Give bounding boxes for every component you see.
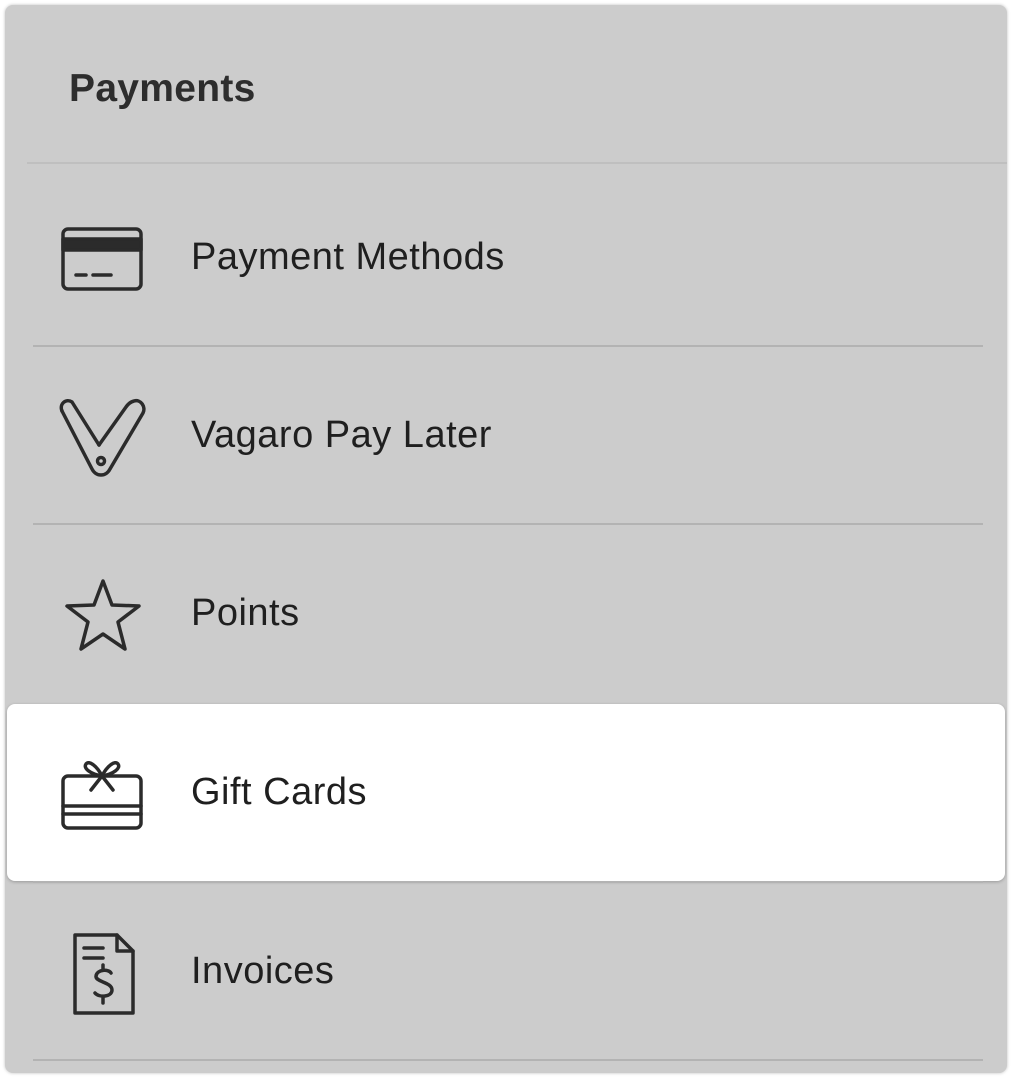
payments-panel: Payments Payment Methods Vagaro Pay Late… bbox=[5, 5, 1007, 1073]
menu-item-label: Invoices bbox=[191, 950, 335, 992]
menu-item-gift-cards[interactable]: Gift Cards bbox=[7, 704, 1005, 881]
panel-header: Payments bbox=[5, 5, 1007, 163]
menu-item-vagaro-pay-later[interactable]: Vagaro Pay Later bbox=[5, 347, 1007, 524]
page-title: Payments bbox=[69, 67, 256, 110]
menu-item-label: Vagaro Pay Later bbox=[191, 414, 492, 456]
menu-item-payment-methods[interactable]: Payment Methods bbox=[5, 169, 1007, 346]
star-icon bbox=[55, 573, 147, 657]
menu-item-label: Payment Methods bbox=[191, 236, 505, 278]
invoice-icon bbox=[55, 931, 147, 1015]
menu-item-label: Gift Cards bbox=[191, 771, 368, 813]
vagaro-v-icon bbox=[55, 395, 147, 479]
header-divider bbox=[27, 162, 1007, 164]
menu-item-points[interactable]: Points bbox=[5, 525, 1007, 702]
menu-item-invoices[interactable]: Invoices bbox=[5, 883, 1007, 1060]
gift-card-icon bbox=[55, 752, 147, 836]
credit-card-icon bbox=[55, 217, 147, 301]
menu-item-label: Points bbox=[191, 592, 300, 634]
item-divider bbox=[33, 1059, 983, 1061]
